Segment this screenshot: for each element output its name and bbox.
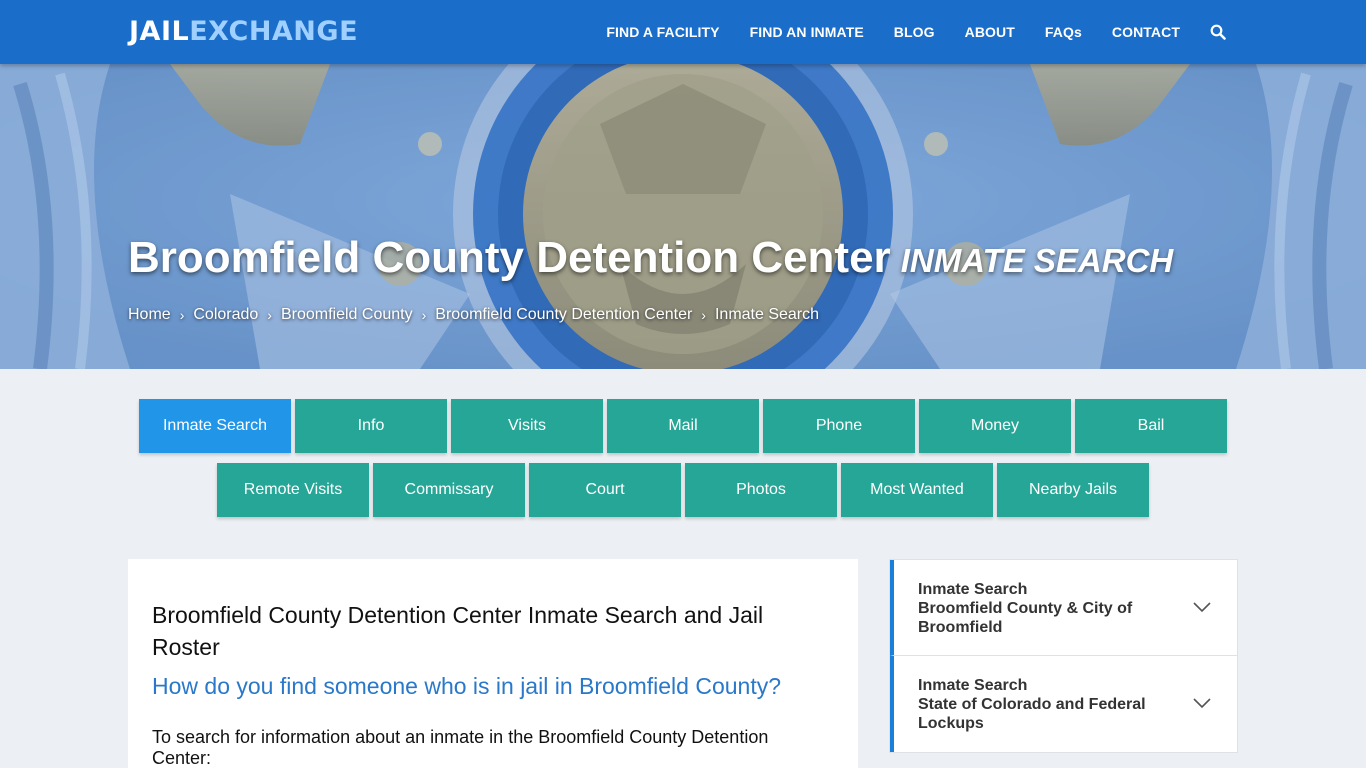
logo-part-exchange: EXCHANGE xyxy=(189,16,359,47)
tab-bail[interactable]: Bail xyxy=(1075,399,1227,453)
nav-find-inmate[interactable]: FIND AN INMATE xyxy=(750,24,864,40)
nav-faqs[interactable]: FAQs xyxy=(1045,24,1082,40)
breadcrumb-facility[interactable]: Broomfield County Detention Center xyxy=(435,306,692,324)
search-icon[interactable] xyxy=(1210,24,1226,40)
tab-nearby-jails[interactable]: Nearby Jails xyxy=(997,463,1149,517)
facility-tabs-row-1: Inmate Search Info Visits Mail Phone Mon… xyxy=(0,399,1366,453)
content-question-heading: How do you find someone who is in jail i… xyxy=(152,673,781,699)
chevron-right-icon: › xyxy=(179,307,185,323)
breadcrumb-county[interactable]: Broomfield County xyxy=(281,306,413,324)
tab-phone[interactable]: Phone xyxy=(763,399,915,453)
accordion-item-label: Inmate Search xyxy=(918,581,1028,598)
nav-about[interactable]: ABOUT xyxy=(965,24,1015,40)
tab-commissary[interactable]: Commissary xyxy=(373,463,525,517)
nav-contact[interactable]: CONTACT xyxy=(1112,24,1180,40)
top-navbar: JAILEXCHANGE FIND A FACILITY FIND AN INM… xyxy=(0,0,1366,64)
breadcrumb-current: Inmate Search xyxy=(714,306,820,323)
logo-part-jail: JAIL xyxy=(129,16,190,47)
page-title-main: Broomfield County Detention Center xyxy=(128,233,891,282)
accordion-item-state-search[interactable]: Inmate Search State of Colorado and Fede… xyxy=(890,656,1237,752)
tab-info[interactable]: Info xyxy=(295,399,447,453)
breadcrumb: Home › Colorado › Broomfield County › Br… xyxy=(128,306,819,324)
chevron-right-icon: › xyxy=(267,307,272,323)
tab-court[interactable]: Court xyxy=(529,463,681,517)
nav-find-facility[interactable]: FIND A FACILITY xyxy=(606,24,719,40)
accordion-item-title: Broomfield County & City of Broomfield xyxy=(918,600,1133,636)
chevron-down-icon[interactable] xyxy=(1193,696,1211,714)
tab-inmate-search[interactable]: Inmate Search xyxy=(139,399,291,453)
site-logo[interactable]: JAILEXCHANGE xyxy=(129,16,358,48)
facility-tabs-row-2: Remote Visits Commissary Court Photos Mo… xyxy=(0,463,1366,517)
sidebar-accordion: Inmate Search Broomfield County & City o… xyxy=(889,559,1238,753)
content-intro-text: To search for information about an inmat… xyxy=(152,727,769,768)
chevron-right-icon: › xyxy=(421,307,427,323)
breadcrumb-home[interactable]: Home xyxy=(128,306,171,324)
main-nav: FIND A FACILITY FIND AN INMATE BLOG ABOU… xyxy=(576,0,1226,64)
tab-mail[interactable]: Mail xyxy=(607,399,759,453)
breadcrumb-colorado[interactable]: Colorado xyxy=(193,306,258,324)
tab-visits[interactable]: Visits xyxy=(451,399,603,453)
hero-banner: Broomfield County Detention Center INMATE… xyxy=(0,64,1366,369)
chevron-right-icon: › xyxy=(701,307,706,323)
accordion-item-label: Inmate Search xyxy=(918,677,1028,694)
accordion-item-text: Inmate Search Broomfield County & City o… xyxy=(918,580,1148,637)
nav-blog[interactable]: BLOG xyxy=(894,24,935,40)
page-title: Broomfield County Detention Center INMATE… xyxy=(128,232,1173,287)
main-content-card: Broomfield County Detention Center Inmat… xyxy=(128,559,858,768)
content-heading: Broomfield County Detention Center Inmat… xyxy=(152,602,764,660)
accordion-item-title: State of Colorado and Federal Lockups xyxy=(918,696,1146,732)
tab-money[interactable]: Money xyxy=(919,399,1071,453)
tab-most-wanted[interactable]: Most Wanted xyxy=(841,463,993,517)
chevron-down-icon[interactable] xyxy=(1193,600,1211,618)
tab-remote-visits[interactable]: Remote Visits xyxy=(217,463,369,517)
accordion-item-text: Inmate Search State of Colorado and Fede… xyxy=(918,676,1148,733)
tab-photos[interactable]: Photos xyxy=(685,463,837,517)
page-title-subtitle: INMATE SEARCH xyxy=(900,242,1174,279)
accordion-item-county-search[interactable]: Inmate Search Broomfield County & City o… xyxy=(890,560,1237,656)
